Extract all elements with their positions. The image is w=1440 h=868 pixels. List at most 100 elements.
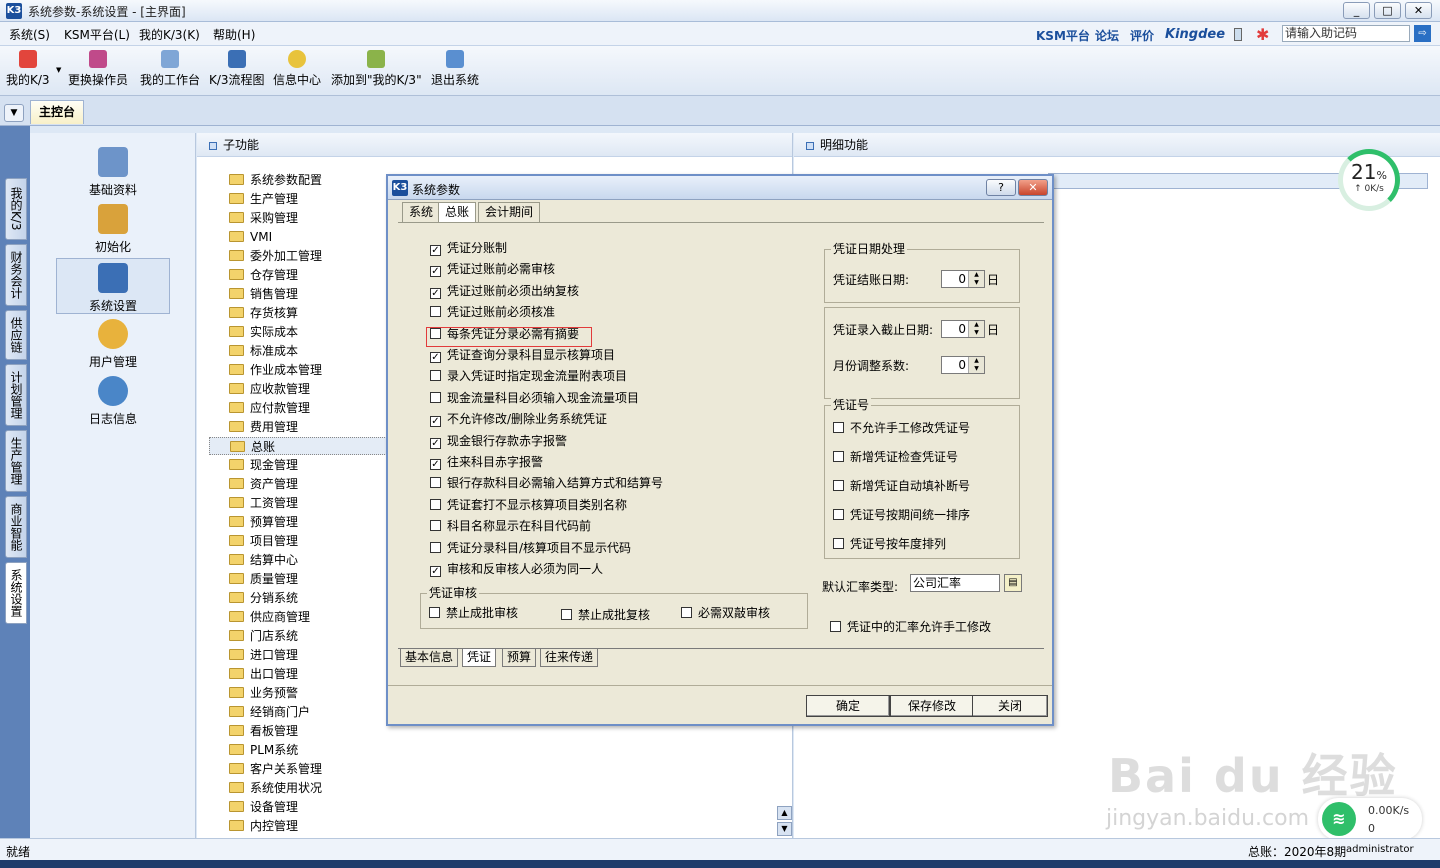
- tree-item[interactable]: PLM系统: [229, 741, 298, 759]
- tree-item[interactable]: 现金管理: [229, 456, 298, 474]
- vtab-system-settings[interactable]: 系统设置: [5, 562, 27, 624]
- menu-my-k3[interactable]: 我的K/3(K): [139, 26, 200, 43]
- option-checkbox[interactable]: ✓ 凭证过账前必须出纳复核: [430, 283, 579, 299]
- dialog-help-button[interactable]: ?: [986, 179, 1016, 196]
- tree-item[interactable]: 内控管理: [229, 817, 298, 835]
- tree-item[interactable]: 仓存管理: [229, 266, 298, 284]
- checkbox[interactable]: [833, 538, 844, 549]
- nav-system-settings[interactable]: 系统设置: [56, 258, 170, 314]
- tree-item[interactable]: 预算管理: [229, 513, 298, 531]
- close-dialog-button[interactable]: 关闭: [972, 695, 1048, 717]
- vtab-bi[interactable]: 商业智能: [5, 496, 27, 558]
- dropdown-arrow-icon[interactable]: ▼: [56, 66, 61, 74]
- cb-fill-gaps[interactable]: 新增凭证自动填补断号: [833, 478, 970, 494]
- checkbox[interactable]: [833, 509, 844, 520]
- rate-type-input[interactable]: 公司汇率: [910, 574, 1000, 592]
- nav-initialize[interactable]: 初始化: [56, 200, 170, 256]
- option-checkbox[interactable]: 银行存款科目必需输入结算方式和结算号: [430, 475, 663, 491]
- ok-button[interactable]: 确定: [806, 695, 890, 717]
- tree-item[interactable]: 质量管理: [229, 570, 298, 588]
- maximize-button[interactable]: □: [1374, 2, 1401, 19]
- cb-double-audit[interactable]: 必需双敲审核: [681, 605, 770, 621]
- save-changes-button[interactable]: 保存修改: [890, 695, 974, 717]
- checkbox[interactable]: [833, 451, 844, 462]
- tab-main-console[interactable]: 主控台: [30, 100, 84, 124]
- checkbox[interactable]: [430, 477, 441, 489]
- tree-item[interactable]: 销售管理: [229, 285, 298, 303]
- tree-item[interactable]: 作业成本管理: [229, 361, 322, 379]
- menu-help[interactable]: 帮助(H): [213, 26, 255, 43]
- option-checkbox[interactable]: 科目名称显示在科目代码前: [430, 518, 591, 534]
- tree-item[interactable]: 结算中心: [229, 551, 298, 569]
- tree-item[interactable]: VMI: [229, 228, 272, 246]
- tree-item[interactable]: 应收款管理: [229, 380, 310, 398]
- checkbox[interactable]: [681, 607, 692, 618]
- checkbox[interactable]: [430, 306, 441, 318]
- nav-user-management[interactable]: 用户管理: [56, 315, 170, 371]
- tree-item[interactable]: 系统参数配置: [229, 171, 322, 189]
- tree-item[interactable]: 看板管理: [229, 722, 298, 740]
- assist-code-input[interactable]: 请输入助记码: [1282, 25, 1410, 42]
- tree-item[interactable]: 供应商管理: [229, 608, 310, 626]
- option-checkbox[interactable]: ✓ 凭证查询分录科目显示核算项目: [430, 347, 615, 363]
- link-forum[interactable]: 论坛: [1095, 27, 1119, 44]
- tab-basic-info[interactable]: 基本信息: [400, 649, 459, 667]
- vtab-supply-chain[interactable]: 供应链: [5, 310, 27, 360]
- cb-no-manual-edit[interactable]: 不允许手工修改凭证号: [833, 420, 970, 436]
- vtab-planning[interactable]: 计划管理: [5, 364, 27, 426]
- tab-dropdown-button[interactable]: ▼: [4, 104, 24, 122]
- speed-widget[interactable]: 21% ↑ 0K/s: [1338, 149, 1400, 211]
- tree-item[interactable]: 实际成本: [229, 323, 298, 341]
- tool-exit[interactable]: 退出系统: [431, 50, 479, 88]
- tree-item[interactable]: 标准成本: [229, 342, 298, 360]
- tab-system[interactable]: 系统: [402, 202, 441, 222]
- nav-basic-data[interactable]: 基础资料: [56, 143, 170, 199]
- option-checkbox[interactable]: ✓ 审核和反审核人必须为同一人: [430, 561, 603, 577]
- phone-icon[interactable]: [1234, 28, 1242, 41]
- checkbox[interactable]: [430, 541, 441, 553]
- checkbox[interactable]: ✓: [430, 352, 441, 363]
- link-review[interactable]: 评价: [1130, 27, 1154, 44]
- tree-item[interactable]: 存货核算: [229, 304, 298, 322]
- checkbox[interactable]: [430, 498, 441, 510]
- option-checkbox[interactable]: ✓ 凭证过账前必需审核: [430, 261, 555, 278]
- tab-voucher[interactable]: 凭证: [462, 649, 497, 667]
- option-checkbox[interactable]: ✓ 不允许修改/删除业务系统凭证: [430, 411, 607, 428]
- tree-item[interactable]: 工资管理: [229, 494, 298, 512]
- option-checkbox[interactable]: 现金流量科目必须输入现金流量项目: [430, 390, 639, 406]
- vtab-my-k3[interactable]: 我的K/3: [5, 178, 27, 240]
- checkbox[interactable]: ✓: [430, 437, 441, 449]
- checkbox[interactable]: ✓: [430, 266, 441, 278]
- network-widget[interactable]: ≋ 0.00K/s 0: [1318, 798, 1422, 840]
- tool-info-center[interactable]: 信息中心: [273, 50, 321, 88]
- tool-workbench[interactable]: 我的工作台: [140, 50, 200, 88]
- tab-transfer[interactable]: 往来传递: [540, 649, 599, 667]
- dialog-close-button[interactable]: ✕: [1018, 179, 1048, 196]
- month-adj-spinner[interactable]: 0 ▲ ▼: [941, 356, 985, 374]
- vtab-finance[interactable]: 财务会计: [5, 244, 27, 306]
- tree-item[interactable]: 总账: [209, 437, 389, 455]
- cb-rate-manual[interactable]: 凭证中的汇率允许手工修改: [830, 619, 991, 635]
- menu-system[interactable]: 系统(S): [9, 26, 50, 43]
- checkbox[interactable]: ✓: [430, 459, 441, 470]
- checkbox[interactable]: [561, 609, 572, 620]
- option-checkbox[interactable]: ✓ 往来科目赤字报警: [430, 454, 543, 470]
- vtab-production[interactable]: 生产管理: [5, 430, 27, 492]
- option-checkbox[interactable]: 凭证过账前必须核准: [430, 304, 555, 320]
- tool-change-operator[interactable]: 更换操作员: [68, 50, 128, 88]
- tree-item[interactable]: 客户关系管理: [229, 760, 322, 778]
- cb-sort-by-period[interactable]: 凭证号按期间统一排序: [833, 507, 970, 523]
- tree-item[interactable]: 业务预警: [229, 684, 298, 702]
- tree-item[interactable]: 经销商门户: [229, 703, 310, 721]
- checkbox[interactable]: [830, 621, 841, 632]
- scroll-up-button[interactable]: ▲: [777, 806, 792, 820]
- option-checkbox[interactable]: 凭证套打不显示核算项目类别名称: [430, 497, 627, 513]
- tree-item[interactable]: 费用管理: [229, 418, 298, 436]
- tree-item[interactable]: 分销系统: [229, 589, 298, 607]
- tree-item[interactable]: 项目管理: [229, 532, 298, 550]
- checkbox[interactable]: ✓: [430, 245, 441, 256]
- cb-forbid-batch-review[interactable]: 禁止成批复核: [561, 607, 650, 623]
- tree-item[interactable]: 应付款管理: [229, 399, 310, 417]
- tool-my-k3[interactable]: 我的K/3: [6, 50, 50, 88]
- nav-log-info[interactable]: 日志信息: [56, 372, 170, 428]
